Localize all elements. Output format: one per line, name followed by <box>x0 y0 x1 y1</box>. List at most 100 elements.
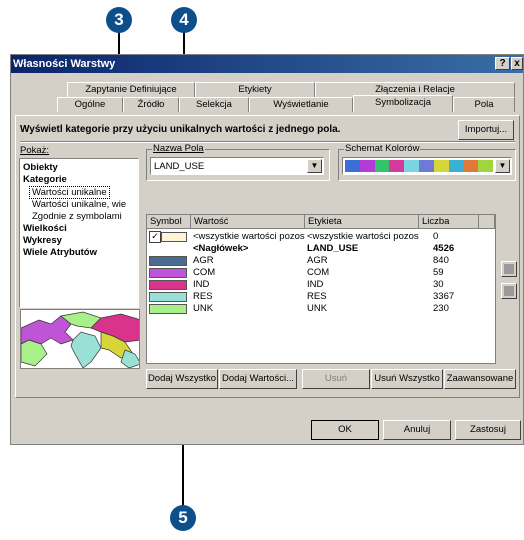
callout-3-badge: 3 <box>106 7 132 33</box>
table-row[interactable]: UNK UNK 230 <box>147 303 479 315</box>
tab-general[interactable]: Ogólne <box>57 97 123 112</box>
cell-count: 3367 <box>433 291 455 302</box>
col-header-count[interactable]: Liczba <box>419 215 479 229</box>
table-row[interactable]: IND IND 30 <box>147 279 479 291</box>
all-other-values-checkbox[interactable]: ✓ <box>149 231 161 243</box>
show-item-unique-values-many[interactable]: Wartości unikalne, wie <box>32 199 126 210</box>
remove-all-button[interactable]: Usuń Wszystko <box>371 369 443 389</box>
cell-label: <wszystkie wartości pozosta <box>307 231 419 242</box>
cell-label: IND <box>307 279 324 290</box>
cell-label: LAND_USE <box>307 243 359 254</box>
show-item-unique-values[interactable]: Wartości unikalne <box>29 186 110 199</box>
apply-button[interactable]: Zastosuj <box>455 420 521 440</box>
cell-value: <wszystkie wartości pozosta <box>193 231 305 242</box>
symbol-swatch[interactable] <box>161 232 187 242</box>
help-button[interactable]: ? <box>495 57 510 70</box>
callout-4-badge: 4 <box>171 7 197 33</box>
symbol-swatch[interactable] <box>149 292 187 302</box>
symbol-swatch[interactable] <box>149 256 187 266</box>
symbol-swatch[interactable] <box>149 280 187 290</box>
cell-label: RES <box>307 291 327 302</box>
move-up-button[interactable] <box>501 261 517 277</box>
remove-button[interactable]: Usuń <box>302 369 370 389</box>
field-name-label: Nazwa Pola <box>152 143 205 154</box>
show-item-features[interactable]: Obiekty <box>23 162 58 173</box>
cell-value: UNK <box>193 303 214 314</box>
color-ramp-swatch <box>359 160 375 172</box>
header-divider <box>20 141 515 143</box>
cell-label: UNK <box>307 303 328 314</box>
ok-button[interactable]: OK <box>311 420 379 440</box>
show-item-charts[interactable]: Wykresy <box>23 235 62 246</box>
tab-labels[interactable]: Etykiety <box>195 82 315 97</box>
color-ramp-swatch <box>345 160 360 172</box>
move-down-button[interactable] <box>501 283 517 299</box>
advanced-button[interactable]: Zaawansowane <box>444 369 516 389</box>
show-list[interactable]: Obiekty Kategorie Wartości unikalne Wart… <box>19 158 139 308</box>
up-arrow-icon <box>504 264 514 274</box>
symbology-description: Wyświetl kategorie przy użyciu unikalnyc… <box>20 124 341 135</box>
table-row[interactable]: ✓ <wszystkie wartości pozosta <wszystkie w… <box>147 231 479 243</box>
tab-definition-query[interactable]: Zapytanie Definiujące <box>67 82 195 97</box>
dialog-title: Własności Warstwy <box>13 58 116 70</box>
cell-count: 59 <box>433 267 444 278</box>
table-row[interactable]: <Nagłówek> LAND_USE 4526 <box>147 243 479 255</box>
cell-label: COM <box>307 267 330 278</box>
show-item-quantities[interactable]: Wielkości <box>23 223 67 234</box>
import-button[interactable]: Importuj... <box>458 120 514 140</box>
cell-value: COM <box>193 267 216 278</box>
add-all-values-button[interactable]: Dodaj Wszystko <box>146 369 218 389</box>
close-button[interactable]: x <box>511 57 523 70</box>
col-header-label[interactable]: Etykieta <box>305 215 419 229</box>
color-ramp-swatch <box>433 160 449 172</box>
table-row[interactable]: RES RES 3367 <box>147 291 479 303</box>
cell-value: IND <box>193 279 210 290</box>
tab-fields[interactable]: Pola <box>453 97 515 112</box>
cell-label: AGR <box>307 255 328 266</box>
dialog-titlebar: Własności Warstwy <box>11 55 523 73</box>
show-item-categories[interactable]: Kategorie <box>23 174 67 185</box>
preview-map <box>20 309 140 369</box>
tab-selection[interactable]: Selekcja <box>179 97 249 112</box>
cancel-button[interactable]: Anuluj <box>383 420 451 440</box>
color-ramp-swatch <box>478 160 493 172</box>
col-header-spacer <box>479 215 495 229</box>
layer-properties-dialog: Własności Warstwy ? x Zapytanie Definiuj… <box>10 54 524 445</box>
tab-source[interactable]: Źródło <box>123 97 179 112</box>
color-ramp-swatch <box>463 160 479 172</box>
show-item-match-symbols[interactable]: Zgodnie z symbolami <box>32 211 122 222</box>
cell-count: 4526 <box>433 243 455 254</box>
cell-value: RES <box>193 291 213 302</box>
cell-count: 30 <box>433 279 444 290</box>
tab-display[interactable]: Wyświetlanie <box>249 97 353 112</box>
values-table[interactable]: Symbol Wartość Etykieta Liczba ✓ <wszystk… <box>146 214 496 364</box>
col-header-value[interactable]: Wartość <box>191 215 305 229</box>
color-scheme-dropdown[interactable]: ▼ <box>342 157 512 175</box>
cell-count: 230 <box>433 303 449 314</box>
show-item-multiple-attributes[interactable]: Wiele Atrybutów <box>23 247 97 258</box>
callout-5-badge: 5 <box>170 505 196 531</box>
tab-symbology[interactable]: Symbolizacja <box>353 95 453 112</box>
field-name-dropdown[interactable]: LAND_USE ▼ <box>150 157 324 175</box>
symbol-swatch[interactable] <box>149 268 187 278</box>
color-ramp-swatch <box>374 160 390 172</box>
add-values-button[interactable]: Dodaj Wartości... <box>219 369 297 389</box>
color-ramp-swatch <box>448 160 464 172</box>
show-label: Pokaż: <box>20 145 50 156</box>
color-scheme-dropdown-arrow[interactable]: ▼ <box>495 159 510 173</box>
color-ramp <box>345 160 493 172</box>
table-row[interactable]: AGR AGR 840 <box>147 255 479 267</box>
field-name-dropdown-arrow[interactable]: ▼ <box>307 159 322 173</box>
symbology-panel: Wyświetl kategorie przy użyciu unikalnyc… <box>15 115 520 398</box>
cell-value: <Nagłówek> <box>193 243 249 254</box>
col-header-symbol[interactable]: Symbol <box>147 215 191 229</box>
field-name-value: LAND_USE <box>154 161 205 172</box>
map-thumbnail-icon <box>21 311 139 368</box>
color-ramp-swatch <box>404 160 419 172</box>
color-ramp-swatch <box>389 160 405 172</box>
cell-value: AGR <box>193 255 214 266</box>
symbol-swatch[interactable] <box>149 304 187 314</box>
table-row[interactable]: COM COM 59 <box>147 267 479 279</box>
cell-count: 0 <box>433 231 439 242</box>
cell-count: 840 <box>433 255 449 266</box>
